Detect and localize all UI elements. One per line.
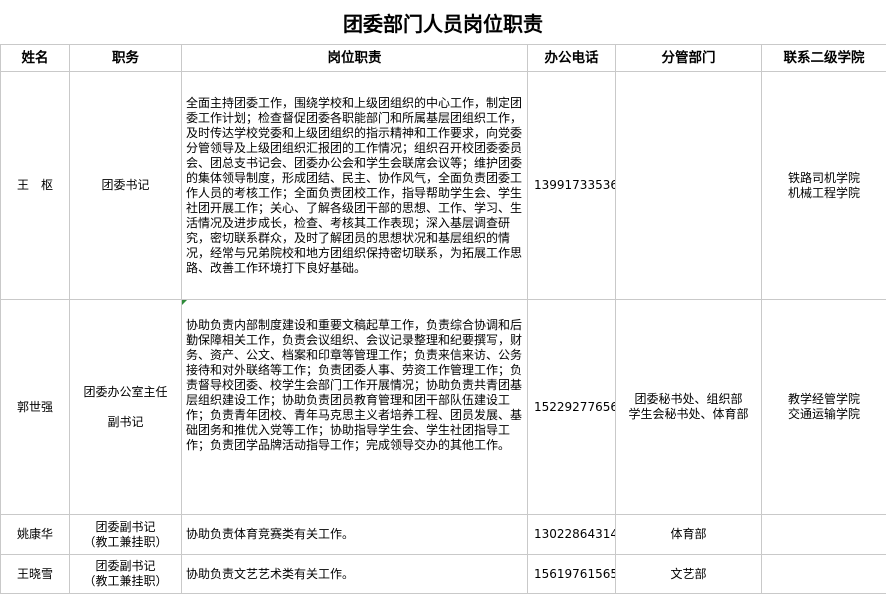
cell-duty: 全面主持团委工作，围绕学校和上级团组织的中心工作，制定团委工作计划；检查督促团委… [182,72,528,300]
cell-phone: 15229277656 [528,300,616,515]
cell-dept: 团委秘书处、组织部 学生会秘书处、体育部 [616,300,762,515]
position-item: 副书记 [70,415,181,430]
position-item: 团委办公室主任 [70,385,181,400]
college-item: 机械工程学院 [762,186,886,201]
cell-college: 教学经管学院 交通运输学院 [762,300,886,515]
cell-position: 团委副书记 （教工兼挂职） [70,515,182,555]
cell-position: 团委书记 [70,72,182,300]
table-row: 王晓雪 团委副书记 （教工兼挂职） 协助负责文艺艺术类有关工作。 1561976… [1,555,886,594]
cell-college: 铁路司机学院 机械工程学院 [762,72,886,300]
duty-table: 姓名 职务 岗位职责 办公电话 分管部门 联系二级学院 王 枢 团委书记 全面主… [0,44,886,594]
duty-sheet: 团委部门人员岗位职责 姓名 职务 岗位职责 办公电话 分管部门 联系二级学院 王… [0,0,886,593]
header-position: 职务 [70,45,182,72]
page-title: 团委部门人员岗位职责 [0,0,886,45]
table-row: 王 枢 团委书记 全面主持团委工作，围绕学校和上级团组织的中心工作，制定团委工作… [1,72,886,300]
cell-dept [616,72,762,300]
dept-item: 学生会秘书处、体育部 [616,407,761,422]
header-college: 联系二级学院 [762,45,886,72]
header-duty: 岗位职责 [182,45,528,72]
position-item: （教工兼挂职） [70,574,181,589]
cell-dept: 文艺部 [616,555,762,594]
table-row: 姚康华 团委副书记 （教工兼挂职） 协助负责体育竞赛类有关工作。 1302286… [1,515,886,555]
college-item: 教学经管学院 [762,392,886,407]
header-phone: 办公电话 [528,45,616,72]
college-item: 铁路司机学院 [762,171,886,186]
position-item: （教工兼挂职） [70,535,181,550]
position-item: 团委副书记 [70,559,181,574]
cell-phone: 13991733536 [528,72,616,300]
cell-college [762,515,886,555]
cell-duty: 协助负责体育竞赛类有关工作。 [182,515,528,555]
cell-duty: 协助负责文艺艺术类有关工作。 [182,555,528,594]
table-row: 郭世强 团委办公室主任 副书记 协助负责内部制度建设和重要文稿起草工作，负责综合… [1,300,886,515]
comment-marker [182,300,187,305]
cell-name: 郭世强 [1,300,70,515]
header-row: 姓名 职务 岗位职责 办公电话 分管部门 联系二级学院 [1,45,886,72]
cell-college [762,555,886,594]
college-item: 交通运输学院 [762,407,886,422]
position-item: 团委副书记 [70,520,181,535]
cell-position: 团委副书记 （教工兼挂职） [70,555,182,594]
cell-phone: 15619761565 [528,555,616,594]
cell-dept: 体育部 [616,515,762,555]
dept-item: 团委秘书处、组织部 [616,392,761,407]
header-name: 姓名 [1,45,70,72]
cell-phone: 13022864314 [528,515,616,555]
header-dept: 分管部门 [616,45,762,72]
cell-position: 团委办公室主任 副书记 [70,300,182,515]
cell-name: 王晓雪 [1,555,70,594]
cell-name: 王 枢 [1,72,70,300]
cell-duty: 协助负责内部制度建设和重要文稿起草工作，负责综合协调和后勤保障相关工作，负责会议… [182,300,528,515]
duty-text: 协助负责内部制度建设和重要文稿起草工作，负责综合协调和后勤保障相关工作，负责会议… [186,306,523,453]
cell-name: 姚康华 [1,515,70,555]
